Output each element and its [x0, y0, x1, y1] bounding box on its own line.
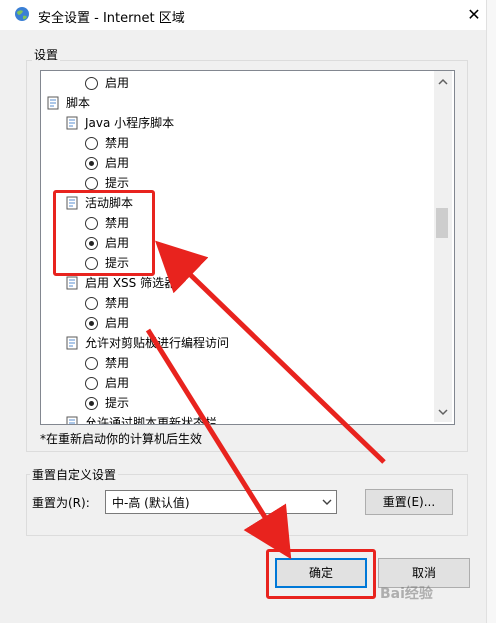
arrow-to-ok-button	[145, 328, 292, 560]
annotation-arrows	[145, 240, 386, 560]
watermark: Bai经验	[380, 586, 433, 602]
arrow-to-active-scripting	[155, 240, 386, 464]
